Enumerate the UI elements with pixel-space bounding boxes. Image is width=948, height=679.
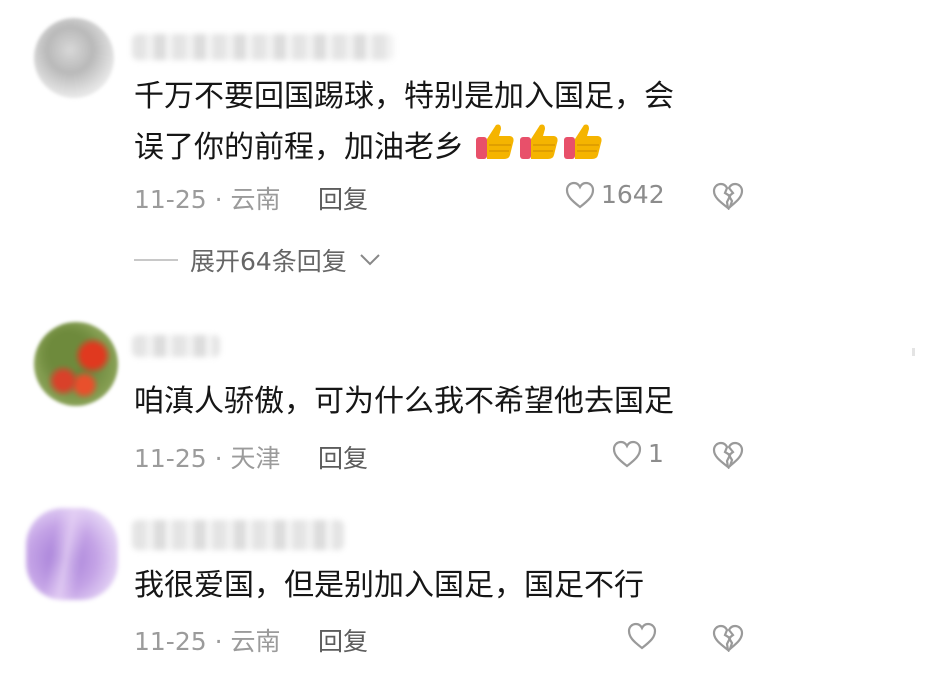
comment-text-line: 千万不要回国踢球，特别是加入国足，会 [134, 79, 674, 114]
chevron-down-icon [360, 254, 380, 266]
avatar[interactable] [34, 322, 118, 406]
comment-text-line: 咱滇人骄傲，可为什么我不希望他去国足 [134, 384, 674, 419]
thumbs-up-emoji [563, 124, 602, 159]
meta-separator: · [214, 444, 223, 473]
avatar[interactable] [34, 18, 114, 98]
comment-date: 11-25 [134, 627, 207, 656]
thumbs-up-emoji [475, 124, 514, 159]
like-button[interactable]: 1642 [565, 180, 665, 209]
avatar[interactable] [26, 508, 118, 600]
comment-date: 11-25 [134, 444, 207, 473]
dislike-button[interactable] [712, 624, 744, 656]
comment-text-line: 我很爱国，但是别加入国足，国足不行 [134, 568, 644, 603]
username-blurred[interactable] [132, 335, 220, 357]
heart-outline-icon [565, 181, 595, 208]
divider [134, 259, 178, 261]
comment-meta: 11-25 · 云南 [134, 180, 281, 216]
comment-location: 天津 [230, 444, 281, 473]
username-blurred[interactable] [132, 520, 344, 550]
like-count: 1 [648, 439, 664, 468]
reply-button[interactable]: 回复 [318, 180, 368, 216]
comment-meta: 11-25 · 天津 [134, 439, 281, 475]
username-blurred[interactable] [132, 34, 394, 60]
comment-location: 云南 [230, 627, 281, 656]
expand-replies[interactable]: 展开64条回复 [134, 242, 381, 278]
heart-outline-icon [627, 622, 657, 650]
emoji-group [474, 121, 604, 161]
comment-location: 云南 [230, 185, 281, 214]
like-button[interactable]: 1 [612, 439, 664, 468]
reply-button[interactable]: 回复 [318, 439, 368, 475]
dislike-button[interactable] [712, 182, 744, 214]
heart-outline-icon [612, 440, 642, 467]
comment-text-line-with-emoji: 误了你的前程，加油老乡 [134, 121, 604, 172]
thumbs-up-emoji [519, 124, 558, 159]
comment-text-line: 误了你的前程，加油老乡 [134, 130, 464, 165]
comment-date: 11-25 [134, 185, 207, 214]
broken-heart-icon [712, 624, 744, 653]
broken-heart-icon [712, 441, 744, 470]
broken-heart-icon [712, 182, 744, 211]
meta-separator: · [214, 627, 223, 656]
like-count: 1642 [601, 180, 665, 209]
expand-replies-label: 展开64条回复 [190, 247, 347, 276]
dislike-button[interactable] [712, 441, 744, 473]
comment-meta: 11-25 · 云南 [134, 622, 281, 658]
meta-separator: · [214, 185, 223, 214]
like-button[interactable] [627, 622, 663, 650]
reply-button[interactable]: 回复 [318, 622, 368, 658]
scroll-indicator [912, 348, 915, 356]
